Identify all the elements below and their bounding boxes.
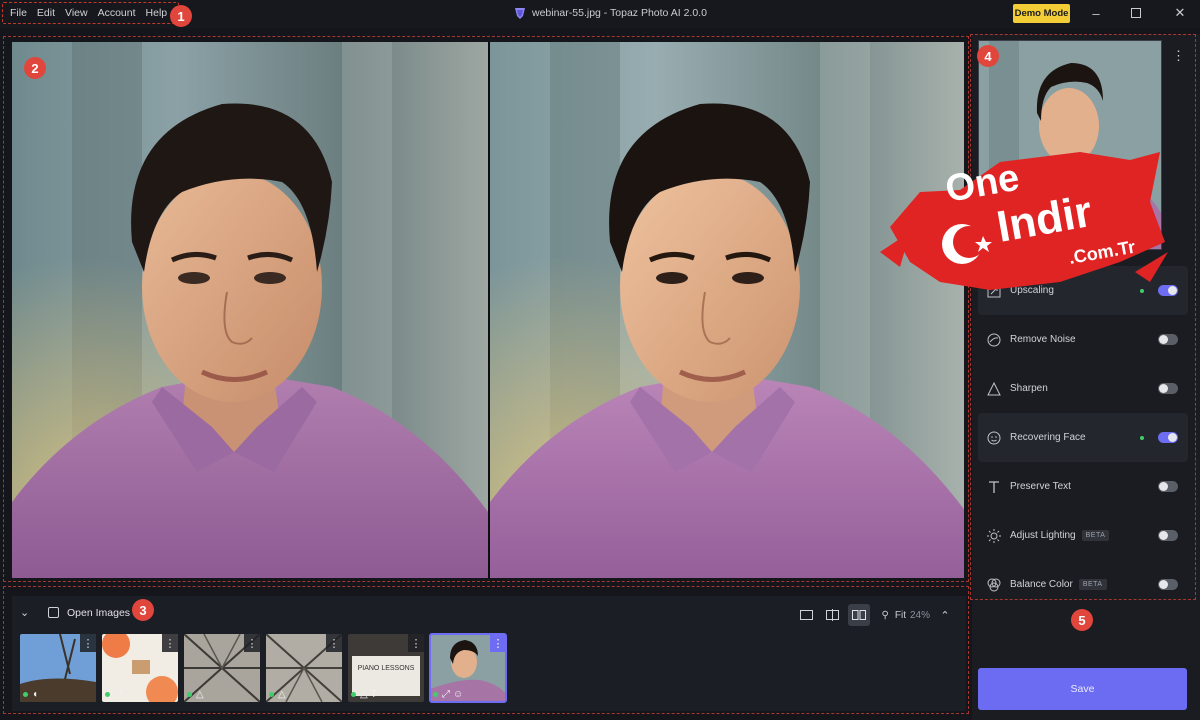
marker-2: 2 [24, 57, 46, 79]
expand-up-icon[interactable]: ⌃ [934, 604, 956, 626]
minimize-icon[interactable]: – [1086, 4, 1106, 22]
thumbnail-badges: △ [187, 689, 207, 700]
remove-noise-icon: ◖ [32, 689, 39, 700]
processed-image [490, 42, 964, 578]
maximize-icon[interactable] [1126, 4, 1146, 22]
window-title-text: webinar-55.jpg - Topaz Photo AI 2.0.0 [532, 7, 707, 19]
image-icon [48, 607, 59, 618]
zoom-icon: ⚲ [881, 609, 889, 621]
zoom-control[interactable]: ⚲ Fit 24% [882, 610, 930, 621]
thumbnail-menu-icon[interactable]: ⋮ [326, 634, 342, 652]
thumbnail-menu-icon[interactable]: ⋮ [490, 634, 506, 652]
image-strip: ⌄ Open Images ⚲ Fit 24% ⌃ ⋮ ◖ ⋮ ⤢ ⋮ △ ⋮ △ PIANO … [12, 596, 966, 711]
active-dot [433, 692, 438, 697]
thumbnail-badges: ◖ [23, 689, 41, 700]
marker-1: 1 [170, 5, 192, 27]
save-button[interactable]: Save [978, 668, 1187, 710]
active-dot [269, 692, 274, 697]
panel-outline [970, 34, 1196, 600]
active-dot [187, 692, 192, 697]
demo-mode-button[interactable]: Demo Mode [1013, 4, 1070, 23]
menu-file[interactable]: File [10, 7, 27, 19]
thumbnail-oranges[interactable]: ⋮ ⤢ [102, 634, 178, 702]
active-dot [23, 692, 28, 697]
thumbnail-badges: △ T [351, 689, 380, 700]
face-icon: ☺ [453, 689, 464, 700]
menu-account[interactable]: Account [98, 7, 136, 19]
thumbnail-list: ⋮ ◖ ⋮ ⤢ ⋮ △ ⋮ △ PIANO LESSONS ⋮ △ T ⋮ ⤢ ☺ [20, 633, 512, 703]
sharpen-icon: △ [196, 689, 204, 700]
menu-bar: File Edit View Account Help [2, 2, 180, 24]
portrait-processed-image [490, 42, 964, 578]
view-tools: ⚲ Fit 24% ⌃ [792, 604, 956, 626]
sharpen-icon: △ [360, 689, 368, 700]
image-viewer[interactable] [12, 42, 964, 578]
thumbnail-portrait[interactable]: ⋮ ⤢ ☺ [429, 633, 507, 703]
text-icon: T [370, 689, 377, 700]
upscale-icon: ⤢ [442, 689, 450, 700]
zoom-value: 24% [909, 609, 930, 621]
side-by-side-view-icon[interactable] [847, 604, 870, 626]
split-view-icon[interactable] [822, 604, 844, 626]
thumbnail-badges: △ [269, 689, 289, 700]
marker-5: 5 [1071, 609, 1093, 631]
window-title: webinar-55.jpg - Topaz Photo AI 2.0.0 [514, 6, 707, 20]
sharpen-icon: △ [278, 689, 286, 700]
thumbnail-menu-icon[interactable]: ⋮ [408, 634, 424, 652]
thumbnail-badges: ⤢ ☺ [433, 689, 466, 700]
watermark-logo: One Indir .Com.Tr [880, 132, 1170, 302]
original-image [12, 42, 488, 578]
close-icon[interactable]: ✕ [1170, 4, 1190, 22]
marker-4: 4 [977, 45, 999, 67]
app-logo-icon [515, 8, 525, 19]
menu-help[interactable]: Help [146, 7, 168, 19]
thumbnail-atrium[interactable]: ⋮ △ [184, 634, 260, 702]
open-images-label: Open Images [67, 606, 131, 619]
thumbnail-menu-icon[interactable]: ⋮ [162, 634, 178, 652]
marker-3: 3 [132, 599, 154, 621]
thumbnail-atrium-2[interactable]: ⋮ △ [266, 634, 342, 702]
thumbnail-sign[interactable]: PIANO LESSONS ⋮ △ T [348, 634, 424, 702]
active-dot [351, 692, 356, 697]
zoom-label: Fit [894, 609, 906, 621]
active-dot [105, 692, 110, 697]
strip-toolbar: ⌄ Open Images [20, 606, 130, 620]
open-images-button[interactable]: Open Images [48, 607, 130, 619]
menu-edit[interactable]: Edit [37, 7, 55, 19]
upscale-icon: ⤢ [114, 689, 122, 700]
single-view-icon[interactable] [796, 604, 818, 626]
thumbnail-menu-icon[interactable]: ⋮ [80, 634, 96, 652]
collapse-strip-icon[interactable]: ⌄ [20, 606, 38, 619]
thumbnail-menu-icon[interactable]: ⋮ [244, 634, 260, 652]
menu-view[interactable]: View [65, 7, 88, 19]
thumbnail-badges: ⤢ [105, 689, 125, 700]
thumbnail-sky[interactable]: ⋮ ◖ [20, 634, 96, 702]
thumbnail-sign-text: PIANO LESSONS [358, 665, 415, 672]
portrait-original-image [12, 42, 488, 578]
